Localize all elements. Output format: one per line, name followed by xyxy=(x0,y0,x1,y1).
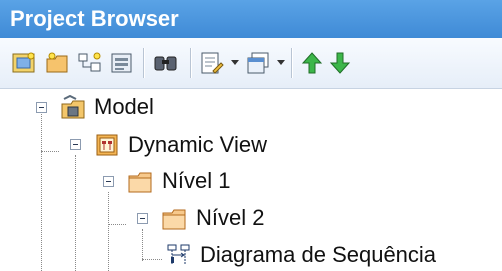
view-options-dropdown-arrow[interactable] xyxy=(277,60,285,65)
collapse-toggle[interactable] xyxy=(103,176,114,187)
view-options-icon xyxy=(247,52,269,74)
properties-button[interactable] xyxy=(198,50,226,76)
toolbar-separator xyxy=(291,48,292,78)
collapse-toggle[interactable] xyxy=(36,102,47,113)
new-model-button[interactable] xyxy=(10,50,38,76)
tree-node-label: Nível 1 xyxy=(162,168,231,193)
package-folder-icon xyxy=(162,209,186,230)
move-up-button[interactable] xyxy=(298,50,326,76)
tree-connector xyxy=(142,259,162,260)
new-package-button[interactable] xyxy=(44,50,72,76)
tree-connector xyxy=(108,224,126,225)
model-root-icon xyxy=(61,95,85,119)
tree-connector xyxy=(41,107,42,271)
new-element-button[interactable] xyxy=(108,50,136,76)
find-icon xyxy=(154,56,177,71)
tree-node-label: Nível 2 xyxy=(196,205,265,230)
project-tree: Model Dynamic View Nível 1 Nível 2 Diagr… xyxy=(0,89,502,271)
sequence-diagram-icon xyxy=(167,244,190,265)
tree-connector xyxy=(75,155,76,271)
move-down-icon xyxy=(329,52,351,74)
new-model-icon xyxy=(12,52,35,73)
toolbar xyxy=(0,38,502,89)
tree-node-label: Model xyxy=(94,94,154,119)
package-folder-icon xyxy=(128,172,152,193)
properties-icon xyxy=(201,52,224,74)
move-down-button[interactable] xyxy=(326,50,354,76)
panel-title: Project Browser xyxy=(0,0,502,38)
properties-dropdown-arrow[interactable] xyxy=(231,60,239,65)
toolbar-separator xyxy=(190,48,191,78)
new-diagram-icon xyxy=(78,52,101,72)
view-options-button[interactable] xyxy=(244,50,272,76)
new-diagram-button[interactable] xyxy=(76,50,104,76)
view-icon xyxy=(96,134,118,156)
new-element-icon xyxy=(111,53,132,73)
collapse-toggle[interactable] xyxy=(137,213,148,224)
tree-connector xyxy=(108,192,109,271)
tree-connector xyxy=(41,151,59,152)
new-package-icon xyxy=(46,52,68,73)
tree-node-label: Dynamic View xyxy=(128,132,267,157)
move-up-icon xyxy=(301,52,323,74)
tree-connector xyxy=(142,229,143,261)
toolbar-separator xyxy=(143,48,144,78)
collapse-toggle[interactable] xyxy=(70,139,81,150)
find-button[interactable] xyxy=(152,50,180,76)
tree-node-label: Diagrama de Sequência xyxy=(200,242,437,267)
